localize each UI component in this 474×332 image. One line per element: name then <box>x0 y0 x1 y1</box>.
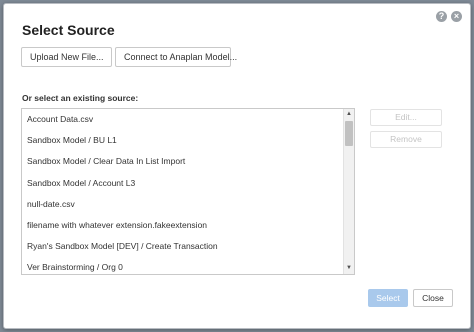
dialog-title: Select Source <box>22 22 115 38</box>
scroll-up-arrow-icon[interactable]: ▲ <box>344 109 354 120</box>
edit-button[interactable]: Edit... <box>370 109 442 126</box>
close-button[interactable]: Close <box>413 289 453 307</box>
list-scrollbar[interactable]: ▲ ▼ <box>343 109 354 274</box>
list-item[interactable]: Ver Brainstorming / Org 0 <box>22 257 344 274</box>
scrollbar-thumb[interactable] <box>345 121 353 146</box>
list-item[interactable]: null-date.csv <box>22 194 344 215</box>
help-icon[interactable]: ? <box>436 11 447 22</box>
select-source-dialog: Select Source ? × Upload New File... Con… <box>3 3 471 329</box>
close-icon[interactable]: × <box>451 11 462 22</box>
list-item[interactable]: Sandbox Model / BU L1 <box>22 130 344 151</box>
list-item[interactable]: filename with whatever extension.fakeext… <box>22 215 344 236</box>
connect-to-anaplan-model-button[interactable]: Connect to Anaplan Model... <box>115 47 237 67</box>
existing-source-label: Or select an existing source: <box>22 93 139 103</box>
select-button[interactable]: Select <box>368 289 408 307</box>
remove-button[interactable]: Remove <box>370 131 442 148</box>
source-list-items: Account Data.csv Sandbox Model / BU L1 S… <box>22 109 344 274</box>
upload-new-file-button[interactable]: Upload New File... <box>21 47 112 67</box>
header-icons: ? × <box>436 11 462 22</box>
list-item[interactable]: Sandbox Model / Account L3 <box>22 173 344 194</box>
scroll-down-arrow-icon[interactable]: ▼ <box>344 263 354 274</box>
source-list[interactable]: Account Data.csv Sandbox Model / BU L1 S… <box>21 108 355 275</box>
list-item[interactable]: Account Data.csv <box>22 109 344 130</box>
list-item[interactable]: Sandbox Model / Clear Data In List Impor… <box>22 151 344 172</box>
list-item[interactable]: Ryan's Sandbox Model [DEV] / Create Tran… <box>22 236 344 257</box>
